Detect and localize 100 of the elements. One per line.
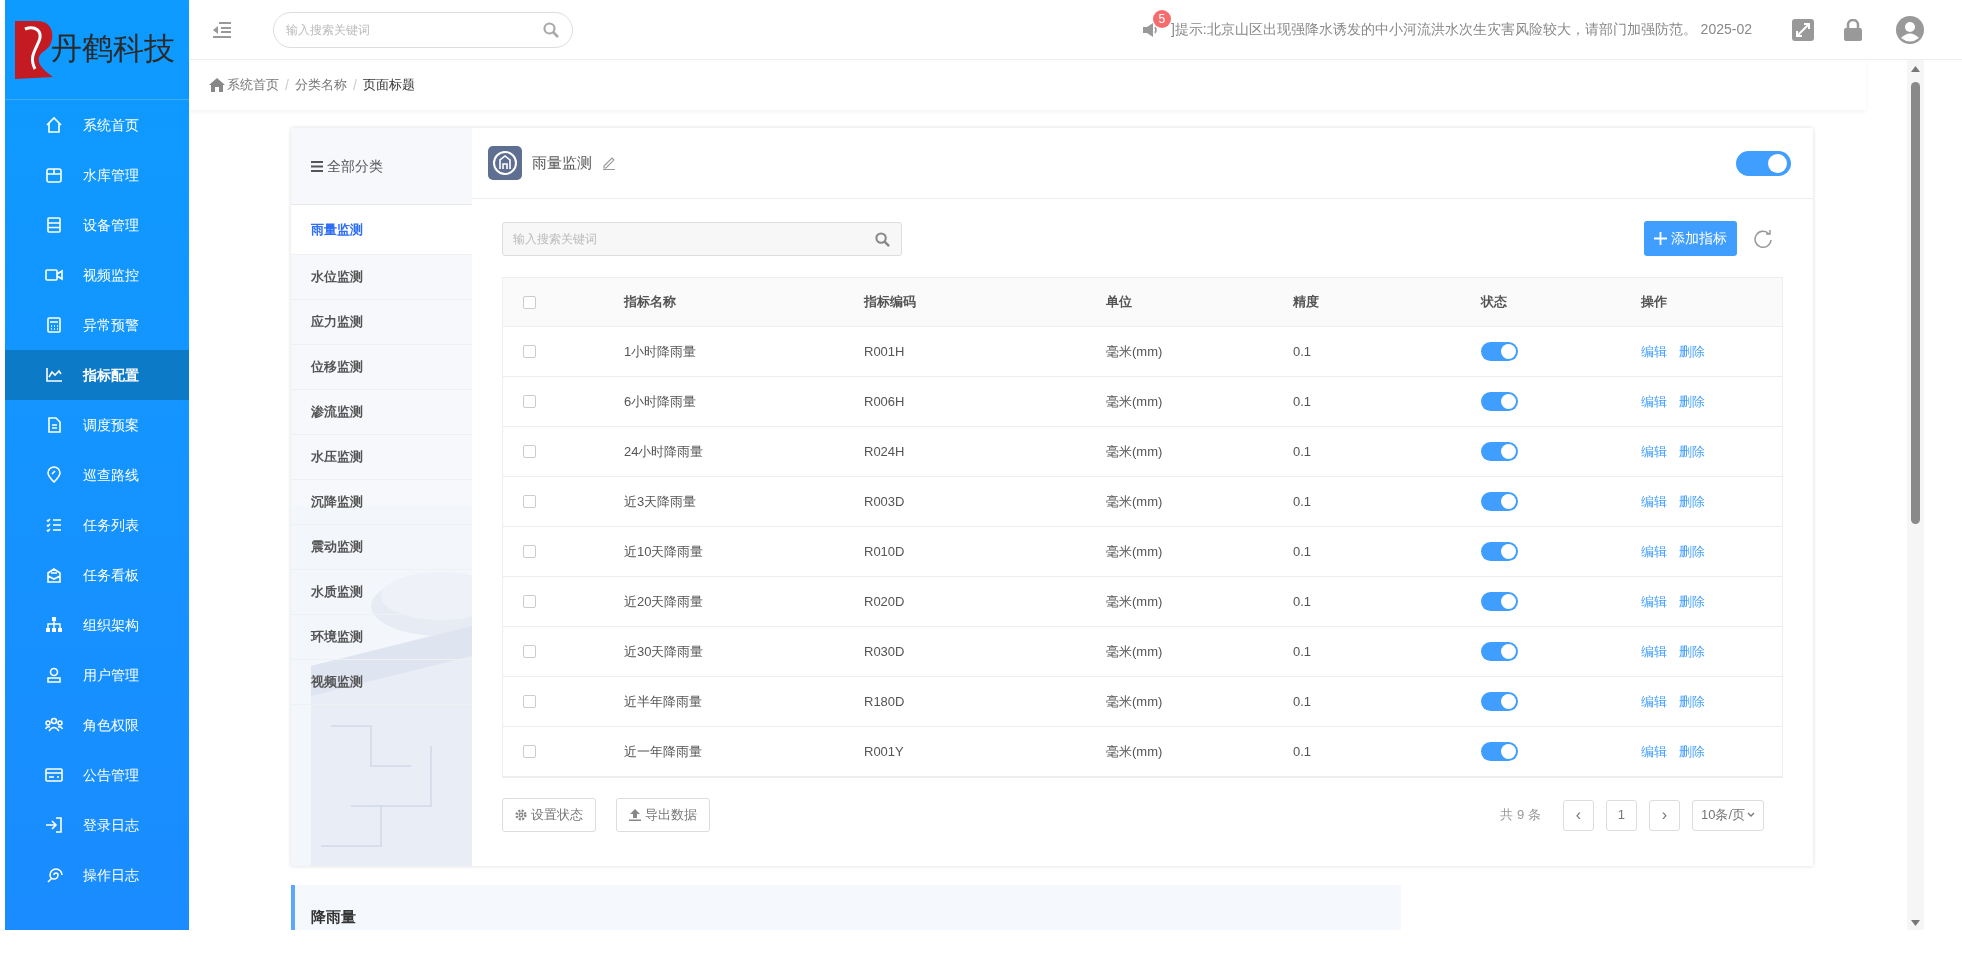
page-button[interactable]: 1 xyxy=(1605,799,1637,831)
toggle-switch[interactable] xyxy=(1481,442,1518,461)
checkbox[interactable] xyxy=(523,395,536,408)
next-page-button[interactable]: › xyxy=(1648,799,1680,831)
toggle-switch[interactable] xyxy=(1481,692,1518,711)
scroll-down-icon[interactable] xyxy=(1911,920,1920,926)
action-link[interactable]: 删除 xyxy=(1679,641,1705,662)
add-button[interactable]: 添加指标 xyxy=(1644,221,1737,256)
sidebar-item[interactable]: 水库管理 xyxy=(5,150,189,200)
sidebar-item[interactable]: 任务列表 xyxy=(5,500,189,550)
toggle-switch[interactable] xyxy=(1481,542,1518,561)
action-link[interactable]: 删除 xyxy=(1679,741,1705,762)
action-link[interactable]: 编辑 xyxy=(1641,691,1667,712)
category-item[interactable]: 环境监测 xyxy=(291,615,472,660)
checkbox[interactable] xyxy=(523,345,536,358)
sidebar-item[interactable]: 视频监控 xyxy=(5,250,189,300)
category-item[interactable]: 沉降监测 xyxy=(291,480,472,525)
category-item[interactable]: 水质监测 xyxy=(291,570,472,615)
menu-icon[interactable] xyxy=(213,21,231,38)
category-item[interactable]: 水压监测 xyxy=(291,435,472,480)
scroll-thumb[interactable] xyxy=(1911,82,1920,524)
action-link[interactable]: 编辑 xyxy=(1641,641,1667,662)
sidebar-item[interactable]: 组织架构 xyxy=(5,600,189,650)
map-pin-icon xyxy=(45,466,63,484)
sidebar-item[interactable]: 异常预警 xyxy=(5,300,189,350)
action-link[interactable]: 删除 xyxy=(1679,541,1705,562)
sidebar-item[interactable]: 公告管理 xyxy=(5,750,189,800)
toggle-switch[interactable] xyxy=(1481,642,1518,661)
checkbox[interactable] xyxy=(523,645,536,658)
checkbox[interactable] xyxy=(523,545,536,558)
sidebar-item[interactable]: 角色权限 xyxy=(5,700,189,750)
action-link[interactable]: 编辑 xyxy=(1641,591,1667,612)
category-item[interactable]: 渗流监测 xyxy=(291,390,472,435)
checkbox[interactable] xyxy=(523,445,536,458)
action-link[interactable]: 编辑 xyxy=(1641,541,1667,562)
scroll-up-icon[interactable] xyxy=(1911,66,1920,72)
scrollbar[interactable] xyxy=(1907,60,1924,930)
category-item[interactable]: 震动监测 xyxy=(291,525,472,570)
checkbox[interactable] xyxy=(523,695,536,708)
sidebar-item[interactable]: 调度预案 xyxy=(5,400,189,450)
category-item[interactable]: 应力监测 xyxy=(291,300,472,345)
video-camera-icon xyxy=(45,266,63,284)
sidebar-item[interactable]: 设备管理 xyxy=(5,200,189,250)
action-link[interactable]: 删除 xyxy=(1679,441,1705,462)
toggle-switch[interactable] xyxy=(1481,392,1518,411)
panel-title: 雨量监测 xyxy=(532,152,592,173)
fullscreen-icon[interactable] xyxy=(1792,18,1814,41)
checkbox[interactable] xyxy=(523,745,536,758)
page-size-dropdown[interactable]: 10条/页 xyxy=(1691,799,1764,831)
search-field[interactable]: 输入搜索关键词 xyxy=(273,11,573,48)
table-cell-text: 近30天降雨量 xyxy=(624,642,705,661)
sidebar-item[interactable]: 指标配置 xyxy=(5,350,189,400)
column-header: 指标编码 xyxy=(864,293,917,312)
logo-text: 丹鹤科技 xyxy=(51,30,175,69)
sidebar-item[interactable]: 系统首页 xyxy=(5,100,189,150)
action-link[interactable]: 编辑 xyxy=(1641,391,1667,412)
user-avatar-icon[interactable] xyxy=(1896,15,1924,44)
table-cell-text: R180D xyxy=(864,692,906,711)
home-icon xyxy=(45,116,63,134)
toggle-switch[interactable] xyxy=(1481,492,1518,511)
footer-button[interactable]: 设置状态 xyxy=(502,798,596,832)
toggle-switch[interactable] xyxy=(1481,742,1518,761)
action-link[interactable]: 编辑 xyxy=(1641,341,1667,362)
toggle-switch[interactable] xyxy=(1736,150,1791,176)
table-cell-text: R003D xyxy=(864,492,906,511)
lock-icon[interactable] xyxy=(1844,18,1862,41)
sidebar-item[interactable]: 登录日志 xyxy=(5,800,189,850)
notification-badge: 5 xyxy=(1152,9,1171,28)
toggle-switch[interactable] xyxy=(1481,342,1518,361)
action-link[interactable]: 删除 xyxy=(1679,391,1705,412)
category-item[interactable]: 视频监测 xyxy=(291,660,472,705)
calculator-icon xyxy=(45,316,63,334)
previous-page-button[interactable]: ‹ xyxy=(1562,799,1594,831)
edit-icon[interactable] xyxy=(602,156,616,170)
category-item[interactable]: 位移监测 xyxy=(291,345,472,390)
table-cell-text: 近半年降雨量 xyxy=(624,692,703,711)
table-cell-text: 近20天降雨量 xyxy=(624,592,705,611)
sidebar-item[interactable]: 操作日志 xyxy=(5,850,189,900)
toggle-switch[interactable] xyxy=(1481,592,1518,611)
checkbox[interactable] xyxy=(523,595,536,608)
category-item[interactable]: 雨量监测 xyxy=(291,205,472,255)
action-link[interactable]: 删除 xyxy=(1679,591,1705,612)
action-link[interactable]: 编辑 xyxy=(1641,491,1667,512)
action-link[interactable]: 编辑 xyxy=(1641,441,1667,462)
sidebar-item[interactable]: 巡查路线 xyxy=(5,450,189,500)
footer-button[interactable]: 导出数据 xyxy=(616,798,710,832)
action-link[interactable]: 删除 xyxy=(1679,691,1705,712)
breadcrumb-link[interactable]: 系统首页 xyxy=(227,75,279,95)
table-cell-text: 0.1 xyxy=(1293,642,1313,661)
sidebar-item[interactable]: 用户管理 xyxy=(5,650,189,700)
checkbox[interactable] xyxy=(523,495,536,508)
action-link[interactable]: 删除 xyxy=(1679,491,1705,512)
breadcrumb-link[interactable]: 分类名称 xyxy=(294,75,347,95)
category-item[interactable]: 水位监测 xyxy=(291,255,472,300)
action-link[interactable]: 删除 xyxy=(1679,341,1705,362)
checkbox[interactable] xyxy=(523,295,536,309)
sidebar-item[interactable]: 任务看板 xyxy=(5,550,189,600)
refresh-icon[interactable] xyxy=(1753,228,1773,249)
action-link[interactable]: 编辑 xyxy=(1641,741,1667,762)
table-cell-text: 毫米(mm) xyxy=(1106,342,1164,361)
